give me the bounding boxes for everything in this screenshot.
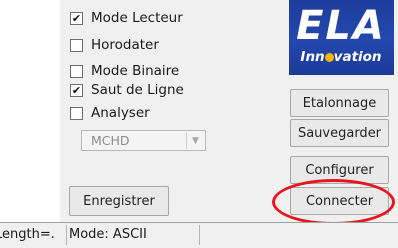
connecter-highlight-circle [272,179,395,225]
analyser-mode-value: MCHD [91,133,130,148]
etalonnage-button[interactable]: Etalonnage [290,89,389,117]
analyser-checkbox[interactable] [70,106,83,120]
status-empty-cell [199,225,398,245]
enregistrer-button[interactable]: Enregistrer [69,186,169,216]
horodater-option[interactable]: Horodater [70,35,159,55]
saut-de-ligne-label: Saut de Ligne [91,82,184,98]
logo-brand-text: ELA [296,3,386,49]
mode-lecteur-label: Mode Lecteur [91,10,183,26]
mode-binaire-label: Mode Binaire [91,63,180,79]
chevron-down-icon[interactable]: ▼ [186,132,204,149]
saut-de-ligne-checkbox[interactable]: ✔ [70,83,83,97]
ela-innovation-logo: ELA Inn vation [289,0,394,75]
logo-dot-icon [324,52,334,62]
analyser-label: Analyser [91,105,150,121]
analyser-option[interactable]: Analyser [70,103,150,123]
horodater-label: Horodater [91,37,159,53]
analyser-mode-select[interactable]: MCHD ▼ [81,130,206,151]
status-length: Length=. [0,227,55,242]
mode-lecteur-checkbox[interactable]: ✔ [70,11,83,25]
saut-de-ligne-option[interactable]: ✔ Saut de Ligne [70,80,184,100]
status-bar: Length=. Mode: ASCII [0,222,398,248]
status-mode: Mode: ASCII [66,225,199,245]
mode-binaire-checkbox[interactable] [70,64,83,78]
sauvegarder-button[interactable]: Sauvegarder [290,119,389,147]
logo-tagline: Inn vation [300,49,382,65]
horodater-checkbox[interactable] [70,38,83,52]
mode-binaire-option[interactable]: Mode Binaire [70,61,179,81]
mode-lecteur-option[interactable]: ✔ Mode Lecteur [70,8,183,28]
